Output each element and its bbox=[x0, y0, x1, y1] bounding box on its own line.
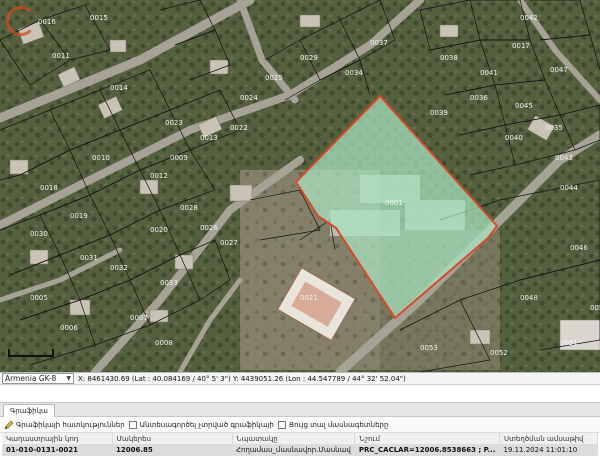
parcel-label: 0034 bbox=[345, 69, 363, 77]
attribute-panel: Գրաֆիկա Գրաֆիկայի հատկություններ Անտեսագ… bbox=[0, 385, 600, 474]
parcel-label: 0028 bbox=[180, 204, 198, 212]
area-cell: 12006.85 bbox=[112, 444, 232, 456]
parcel-label: 0043 bbox=[555, 154, 573, 162]
attribute-table: Կադաստրային կոդ Մակերես Նպատակը Նշում Ստ… bbox=[2, 433, 599, 456]
parcel-label: 0012 bbox=[150, 172, 168, 180]
parcel-label: 0006 bbox=[60, 324, 78, 332]
parcel-label: 0029 bbox=[300, 54, 318, 62]
ignore-unset-graphics-checkbox[interactable]: Անտեսագործել չտրված գրաֆիկայի bbox=[128, 420, 274, 429]
panel-tabbar: Գրաֆիկա bbox=[0, 402, 600, 417]
tab-graphics-label: Գրաֆիկա bbox=[10, 407, 48, 415]
parcel-label: 0048 bbox=[520, 294, 538, 302]
logo-mark-icon bbox=[6, 6, 36, 36]
parcel-label: 0026 bbox=[200, 224, 218, 232]
column-header[interactable]: Նշում bbox=[354, 433, 500, 444]
parcel-label: 0025 bbox=[265, 74, 283, 82]
table-header-row: Կադաստրային կոդ Մակերես Նպատակը Նշում Ստ… bbox=[2, 433, 599, 444]
column-header[interactable]: Կադաստրային կոդ bbox=[2, 433, 113, 444]
coordinate-bar: Armenia GK-8 ▼ X: 8461430.69 (Lat : 40.0… bbox=[0, 372, 600, 385]
parcel-label: 0037 bbox=[370, 39, 388, 47]
parcel-label: 0007 bbox=[130, 314, 148, 322]
scale-bar bbox=[8, 349, 54, 357]
parcel-label: 0040 bbox=[505, 134, 523, 142]
parcel-label: 0008 bbox=[155, 339, 173, 347]
parcel-label: 0027 bbox=[220, 239, 238, 247]
tab-graphics[interactable]: Գրաֆիկա bbox=[3, 404, 55, 417]
parcel-label: 0041 bbox=[480, 69, 498, 77]
parcel-label: 0013 bbox=[200, 134, 218, 142]
parcel-label: 0051 bbox=[560, 339, 578, 347]
parcel-label: 0030 bbox=[30, 230, 48, 238]
parcel-label: 0022 bbox=[230, 124, 248, 132]
parcel-label: 0039 bbox=[430, 109, 448, 117]
parcel-label: 0019 bbox=[70, 212, 88, 220]
parcel-label: 0044 bbox=[560, 184, 578, 192]
note-cell: PRC_CACLAR=12006.8538663 ; P... bbox=[354, 444, 500, 456]
created-date-cell: 19.11.2024 11:01:10 bbox=[499, 444, 598, 456]
parcel-label: 0036 bbox=[470, 94, 488, 102]
parcel-label: 0032 bbox=[110, 264, 128, 272]
map-canvas[interactable]: 0016 0015001400110010 00090012001300180019… bbox=[0, 0, 600, 372]
parcel-label: 0010 bbox=[92, 154, 110, 162]
parcel-label: 0052 bbox=[490, 349, 508, 357]
parcel-label: 0015 bbox=[90, 14, 108, 22]
column-header[interactable]: Նպատակը bbox=[232, 433, 356, 444]
checkbox-label: Ցույց տալ մասնագետները bbox=[288, 420, 389, 429]
panel-toolbar: Գրաֆիկայի հատկություններ Անտեսագործել չտ… bbox=[0, 417, 600, 433]
crs-select[interactable]: Armenia GK-8 ▼ bbox=[2, 373, 74, 384]
panel-spacer bbox=[0, 385, 600, 402]
show-specialists-checkbox[interactable]: Ցույց տալ մասնագետները bbox=[277, 420, 389, 429]
parcel-label: 0001 bbox=[385, 199, 403, 207]
parcel-label: 0017 bbox=[512, 42, 530, 50]
parcel-label: 0050 bbox=[590, 304, 600, 312]
coordinate-readout: X: 8461430.69 (Lat : 40.084169 / 40° 5' … bbox=[78, 374, 406, 383]
table-row[interactable]: 01-010-0131-0021 12006.85 Հողամաս_մասնավ… bbox=[2, 444, 598, 456]
cadastral-code-cell: 01-010-0131-0021 bbox=[2, 444, 112, 456]
crs-select-value: Armenia GK-8 bbox=[5, 374, 57, 383]
parcel-label: 0045 bbox=[515, 102, 533, 110]
column-header[interactable]: Ստեղծման ամսաթիվ bbox=[499, 433, 599, 444]
purpose-cell: Հողամաս_մասնավոր.Մասնավ bbox=[232, 444, 355, 456]
parcel-label: 0033 bbox=[160, 279, 178, 287]
parcel-label: 0038 bbox=[440, 54, 458, 62]
parcel-label: 0035 bbox=[545, 124, 563, 132]
parcel-label: 0009 bbox=[170, 154, 188, 162]
checkbox-box[interactable] bbox=[128, 420, 137, 429]
parcel-label: 0021 bbox=[300, 294, 318, 302]
parcel-label: 0018 bbox=[40, 184, 58, 192]
pencil-icon bbox=[4, 420, 14, 429]
parcel-label: 0053 bbox=[420, 344, 438, 352]
parcel-label: 0031 bbox=[80, 254, 98, 262]
parcel-label: 0024 bbox=[240, 94, 258, 102]
parcel-label: 0014 bbox=[110, 84, 128, 92]
graphic-properties-label: Գրաֆիկայի հատկություններ bbox=[16, 420, 125, 429]
checkbox-box[interactable] bbox=[277, 420, 286, 429]
logo bbox=[6, 6, 50, 42]
graphic-properties-button[interactable]: Գրաֆիկայի հատկություններ bbox=[4, 420, 125, 430]
parcel-label: 0020 bbox=[150, 226, 168, 234]
parcel-label: 0042 bbox=[520, 14, 538, 22]
checkbox-label: Անտեսագործել չտրված գրաֆիկայի bbox=[139, 420, 274, 429]
parcel-label: 0011 bbox=[52, 52, 70, 60]
chevron-down-icon[interactable]: ▼ bbox=[66, 375, 71, 382]
map-view[interactable]: 0016 0015 0014 0011 0010 0009 0012 0013 0018 0019… bbox=[0, 0, 600, 372]
column-header[interactable]: Մակերես bbox=[112, 433, 233, 444]
parcel-label: 0047 bbox=[550, 66, 568, 74]
parcel-label: 0005 bbox=[30, 294, 48, 302]
parcel-label: 0023 bbox=[165, 119, 183, 127]
parcel-label: 0046 bbox=[570, 244, 588, 252]
